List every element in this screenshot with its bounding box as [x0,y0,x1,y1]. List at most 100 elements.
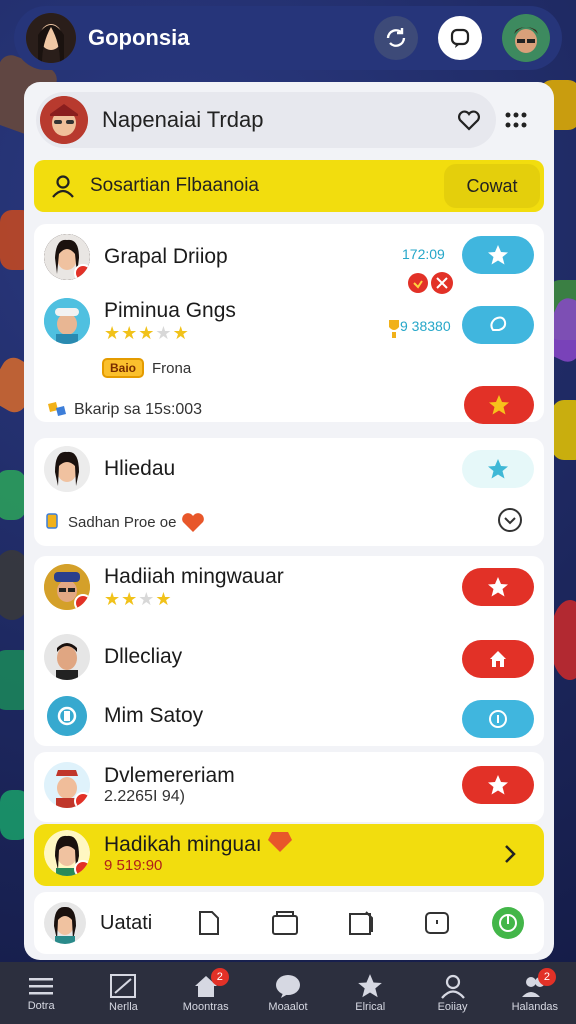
info-button[interactable] [462,700,534,738]
app-title: Goponsia [88,25,190,50]
item-tag: Baio [102,358,145,378]
promo-name: Hadikah minguaı [104,832,262,856]
main-panel: Napenaiai Trdap Sosartian Flbaanoia Cowa… [24,82,554,960]
edit-icon [110,974,137,998]
banner-button[interactable]: Cowat [444,164,540,208]
bubble-icon [490,316,507,331]
power-button[interactable] [492,907,524,939]
list-item[interactable]: Dvlemereriam 2.2265I 94) [44,762,235,808]
chat-icon [275,975,300,998]
wallet-button[interactable] [270,908,300,938]
nav-label: Eoiiay [437,1001,468,1013]
rating-stars: ★★★★ [104,588,173,609]
edit-button[interactable] [346,908,376,938]
chat-icon [450,28,470,48]
house-icon [490,651,506,667]
user-avatar[interactable] [44,902,86,944]
nav-label: Nerlla [109,1001,138,1013]
person-icon [52,175,74,198]
item-name: Mim Satoy [104,704,204,727]
heart-icon[interactable] [456,107,482,133]
star-icon [488,775,508,795]
menu-icon [29,978,54,995]
bottom-nav: Dotra Nerlla 2 Moontras Moaalot Elrical … [0,962,576,1024]
avatar [44,830,90,876]
star-icon [488,459,508,479]
item-name: Hadiiah mingwauar [104,564,284,588]
avatar [44,446,90,492]
nav-label: Moaalot [268,1001,308,1013]
friend-avatar[interactable] [502,14,550,62]
list-item[interactable]: Mim Satoy [44,696,203,736]
nav-label: Dotra [27,1000,55,1012]
footer-text: Bkarip sa 15s:003 [74,401,203,418]
nav-label: Elrical [355,1001,386,1013]
item-name: Piminua Gngs [104,298,236,322]
chevron-right-icon[interactable] [500,842,520,866]
nav-label: Moontras [182,1001,229,1013]
star-icon [489,395,509,415]
list-item[interactable]: Dllecliay [44,634,182,680]
nav-item-eoiiay[interactable]: Eoiiay [411,962,493,1024]
profile-avatar[interactable] [26,13,76,63]
edit-icon [349,911,373,935]
list-card-1: Grapal Driiop 172:09 Piminua Gngs ★★★★★ … [34,224,544,424]
nav-item-elrical[interactable]: Elrical [329,962,411,1024]
search-bar[interactable]: Napenaiai Trdap [36,92,496,148]
status-badge [74,594,90,610]
gem-icon [268,832,292,852]
promo-sub: 9 519:90 [104,856,163,874]
status-badge [74,792,90,808]
card-icon [46,513,58,529]
avatar [44,298,90,344]
device-icon [425,912,449,934]
item-name: Dllecliay [104,645,183,668]
item-name: Dvlemereriam [104,764,235,787]
nav-item-dotra[interactable]: Dotra [0,962,82,1024]
status-badge [74,860,90,876]
document-button[interactable] [194,908,224,938]
device-button[interactable] [422,908,452,938]
wallet-icon [272,911,298,935]
list-item[interactable]: Hliedau [44,446,175,492]
more-icon[interactable] [502,106,530,134]
search-text: Napenaiai Trdap [102,107,264,132]
list-item[interactable]: Hadiiah mingwauar ★★★★ [44,564,284,610]
nav-item-moaalot[interactable]: Moaalot [247,962,329,1024]
nav-badge: 2 [537,968,556,986]
star-icon [358,974,383,998]
status-badge [74,264,90,280]
person-icon [440,974,465,999]
footer-text: Sadhan Proe oe [68,513,177,531]
list-item[interactable]: Piminua Gngs ★★★★★ [44,298,236,344]
star-button[interactable] [462,568,534,606]
item-time: 172:09 [402,246,445,262]
avatar [44,234,90,280]
favorite-button[interactable] [462,236,534,274]
react-button[interactable] [462,306,534,344]
chevron-down-icon[interactable] [496,506,524,534]
star-button[interactable] [462,766,534,804]
list-card-3: Hadiiah mingwauar ★★★★ Dllecliay Mim Sat… [34,556,544,746]
list-item[interactable]: Grapal Driiop [44,234,228,280]
nav-item-nerlla[interactable]: Nerlla [82,962,164,1024]
puzzle-icon [48,402,66,416]
sync-button[interactable] [374,16,418,60]
refresh-icon [386,28,406,47]
star-button[interactable] [464,386,534,424]
chat-button[interactable] [438,16,482,60]
rating-stars: ★★★★★ [104,322,190,343]
avatar [44,634,90,680]
card-footer: Bkarip sa 15s:003 [46,400,202,420]
nav-item-halandas[interactable]: 2 Halandas [494,962,576,1024]
document-icon [199,911,219,935]
promo-card[interactable]: Hadikah minguaı 9 519:90 [34,824,544,886]
nav-item-moontras[interactable]: 2 Moontras [165,962,247,1024]
power-icon [499,914,517,932]
top-bar: Goponsia [14,6,562,70]
item-name: Grapal Driiop [104,245,228,268]
home-button[interactable] [462,640,534,678]
nav-badge: 2 [210,968,229,986]
star-button[interactable] [462,450,534,488]
bottom-actions: Uatati [34,892,544,954]
